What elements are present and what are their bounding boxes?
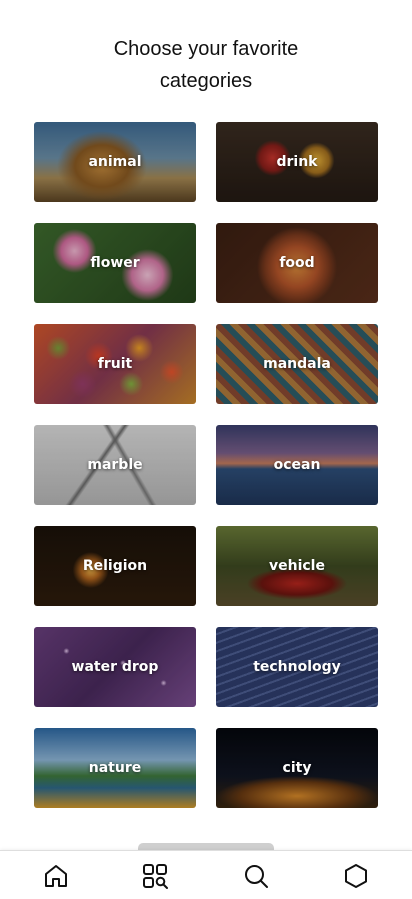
nav-hexagon-button[interactable] xyxy=(341,861,371,891)
category-label: Religion xyxy=(82,558,148,574)
category-label: nature xyxy=(88,760,142,776)
category-tile-food[interactable]: food xyxy=(216,223,378,303)
nav-search-button[interactable] xyxy=(241,861,271,891)
category-label: flower xyxy=(90,255,140,271)
category-label: technology xyxy=(253,659,341,675)
category-label: ocean xyxy=(273,457,321,473)
category-tile-marble[interactable]: marble xyxy=(34,425,196,505)
page-title: Choose your favorite categories xyxy=(0,33,412,97)
category-label: water drop xyxy=(71,659,159,675)
category-tile-fruit[interactable]: fruit xyxy=(34,324,196,404)
category-label: food xyxy=(279,255,315,271)
category-tile-vehicle[interactable]: vehicle xyxy=(216,526,378,606)
home-icon xyxy=(45,865,67,887)
nav-home-button[interactable] xyxy=(41,861,71,891)
category-label: marble xyxy=(87,457,143,473)
category-tile-drink[interactable]: drink xyxy=(216,122,378,202)
nav-categories-button[interactable] xyxy=(140,861,170,891)
category-label: animal xyxy=(88,154,142,170)
category-tile-animal[interactable]: animal xyxy=(34,122,196,202)
category-label: drink xyxy=(276,154,318,170)
category-label: vehicle xyxy=(269,558,325,574)
page-title-line-1: Choose your favorite xyxy=(113,38,299,60)
page-title-line-2: categories xyxy=(159,70,253,92)
bottom-navigation-bar xyxy=(0,850,412,899)
categories-search-icon xyxy=(143,864,168,889)
category-tile-ocean[interactable]: ocean xyxy=(216,425,378,505)
hexagon-icon xyxy=(345,864,367,888)
category-tile-flower[interactable]: flower xyxy=(34,223,196,303)
category-label: mandala xyxy=(263,356,331,372)
search-icon xyxy=(245,865,268,888)
category-label: fruit xyxy=(97,356,133,372)
category-tile-mandala[interactable]: mandala xyxy=(216,324,378,404)
category-label: city xyxy=(282,760,312,776)
category-tile-city[interactable]: city xyxy=(216,728,378,808)
category-tile-nature[interactable]: nature xyxy=(34,728,196,808)
category-tile-technology[interactable]: technology xyxy=(216,627,378,707)
category-tile-water-drop[interactable]: water drop xyxy=(34,627,196,707)
category-tile-religion[interactable]: Religion xyxy=(34,526,196,606)
category-grid: animal drink flower food fruit mandala m… xyxy=(34,122,378,808)
